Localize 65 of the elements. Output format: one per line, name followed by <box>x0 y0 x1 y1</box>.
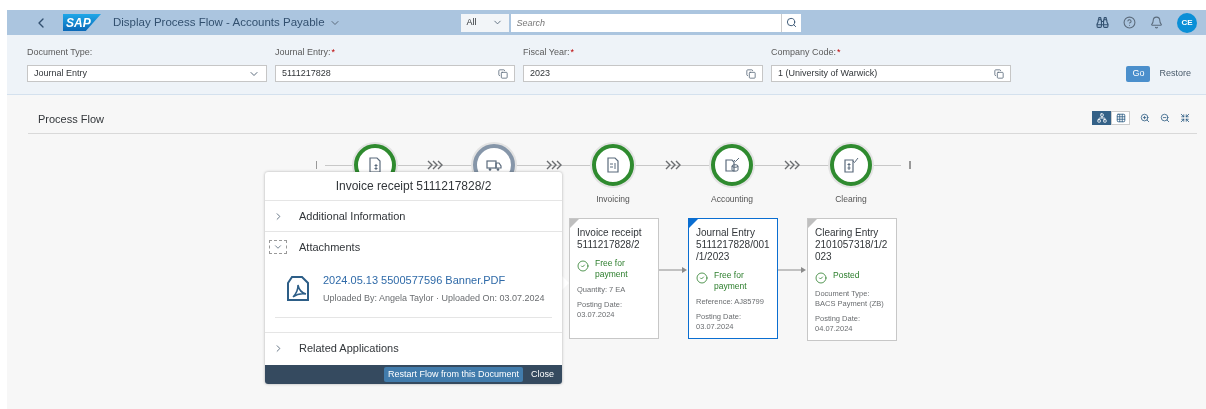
chevrons-icon <box>427 160 443 170</box>
card-status: Free for payment <box>595 258 629 280</box>
section-header[interactable]: Additional Information <box>265 201 562 231</box>
card-status: Free for payment <box>714 270 748 292</box>
folded-corner-icon <box>689 219 698 228</box>
card-title: Clearing Entry 2101057318/1/2 023 <box>815 227 889 263</box>
connector-arrow <box>778 266 807 274</box>
select-field[interactable]: Journal Entry <box>27 65 267 82</box>
zoom-out-icon[interactable] <box>1160 113 1170 123</box>
close-button[interactable]: Close <box>527 367 558 382</box>
zoom-in-icon[interactable] <box>1140 113 1150 123</box>
hierarchy-icon <box>1096 113 1107 123</box>
bell-icon[interactable] <box>1150 16 1163 29</box>
input-field[interactable]: 2023 <box>523 65 763 82</box>
search-field[interactable]: Search <box>510 13 781 32</box>
help-icon[interactable] <box>1123 16 1136 29</box>
lane-label: Clearing <box>834 193 868 206</box>
lane-label: Invoicing <box>595 193 631 206</box>
search-scope-select[interactable]: All <box>460 13 509 32</box>
section-header[interactable]: Related Applications <box>265 333 562 363</box>
logo: SAP <box>63 14 101 31</box>
fit-icon[interactable] <box>1180 113 1190 123</box>
grid-icon <box>1115 113 1126 123</box>
table-view-toggle[interactable] <box>1111 111 1130 125</box>
section-title: Process Flow <box>38 112 105 127</box>
process-step-node[interactable] <box>592 144 634 186</box>
value-help-icon <box>994 68 1004 79</box>
chevrons-icon <box>665 160 681 170</box>
section-header[interactable]: Attachments <box>265 232 562 262</box>
document-database-icon <box>722 155 742 175</box>
attachment-meta: Uploaded By: Angela Taylor · Uploaded On: 03.07.2024 <box>323 291 545 305</box>
check-icon <box>696 272 708 284</box>
restart-flow-button[interactable]: Restart Flow from this Document <box>383 367 523 382</box>
input-field[interactable]: 1 (University of Warwick) <box>771 65 1011 82</box>
attachment-link[interactable]: 2024.05.13 5500577596 Banner.PDF <box>323 272 545 289</box>
lane-label: Accounting <box>709 193 755 206</box>
check-icon <box>577 260 589 272</box>
chevrons-icon <box>784 160 800 170</box>
filter-label: Document Type: <box>27 45 94 59</box>
chevrons-icon <box>546 160 562 170</box>
input-field[interactable]: 5111217828 <box>275 65 515 82</box>
card-status: Posted <box>833 270 861 281</box>
pdf-file-icon <box>285 274 311 303</box>
popover-title: Invoice receipt 5111217828/2 <box>335 178 492 195</box>
card-title: Journal Entry 5111217828/001 /1/2023 <box>696 227 770 263</box>
process-step-node[interactable] <box>711 144 753 186</box>
search-button[interactable] <box>780 13 801 32</box>
restore-button[interactable]: Restore <box>1159 66 1191 82</box>
user-avatar[interactable]: CE <box>1177 12 1197 33</box>
connector-arrow <box>659 266 688 274</box>
folded-corner-icon <box>808 219 817 228</box>
filter-label: Company Code:* <box>771 45 842 59</box>
process-step-node[interactable] <box>830 144 872 186</box>
binoculars-icon[interactable] <box>1096 16 1109 29</box>
search-icon <box>785 17 797 28</box>
chevron-down-icon <box>273 242 283 252</box>
card-title: Invoice receipt 5111217828/2 <box>577 227 643 251</box>
graph-view-toggle[interactable] <box>1092 111 1111 125</box>
filter-label: Journal Entry:* <box>275 45 337 59</box>
document-check-icon <box>841 155 861 175</box>
value-help-icon <box>746 68 756 79</box>
value-help-icon <box>498 68 508 79</box>
check-icon <box>815 272 827 284</box>
filter-label: Fiscal Year:* <box>523 45 576 59</box>
app-title: Display Process Flow - Accounts Payable <box>113 14 325 30</box>
